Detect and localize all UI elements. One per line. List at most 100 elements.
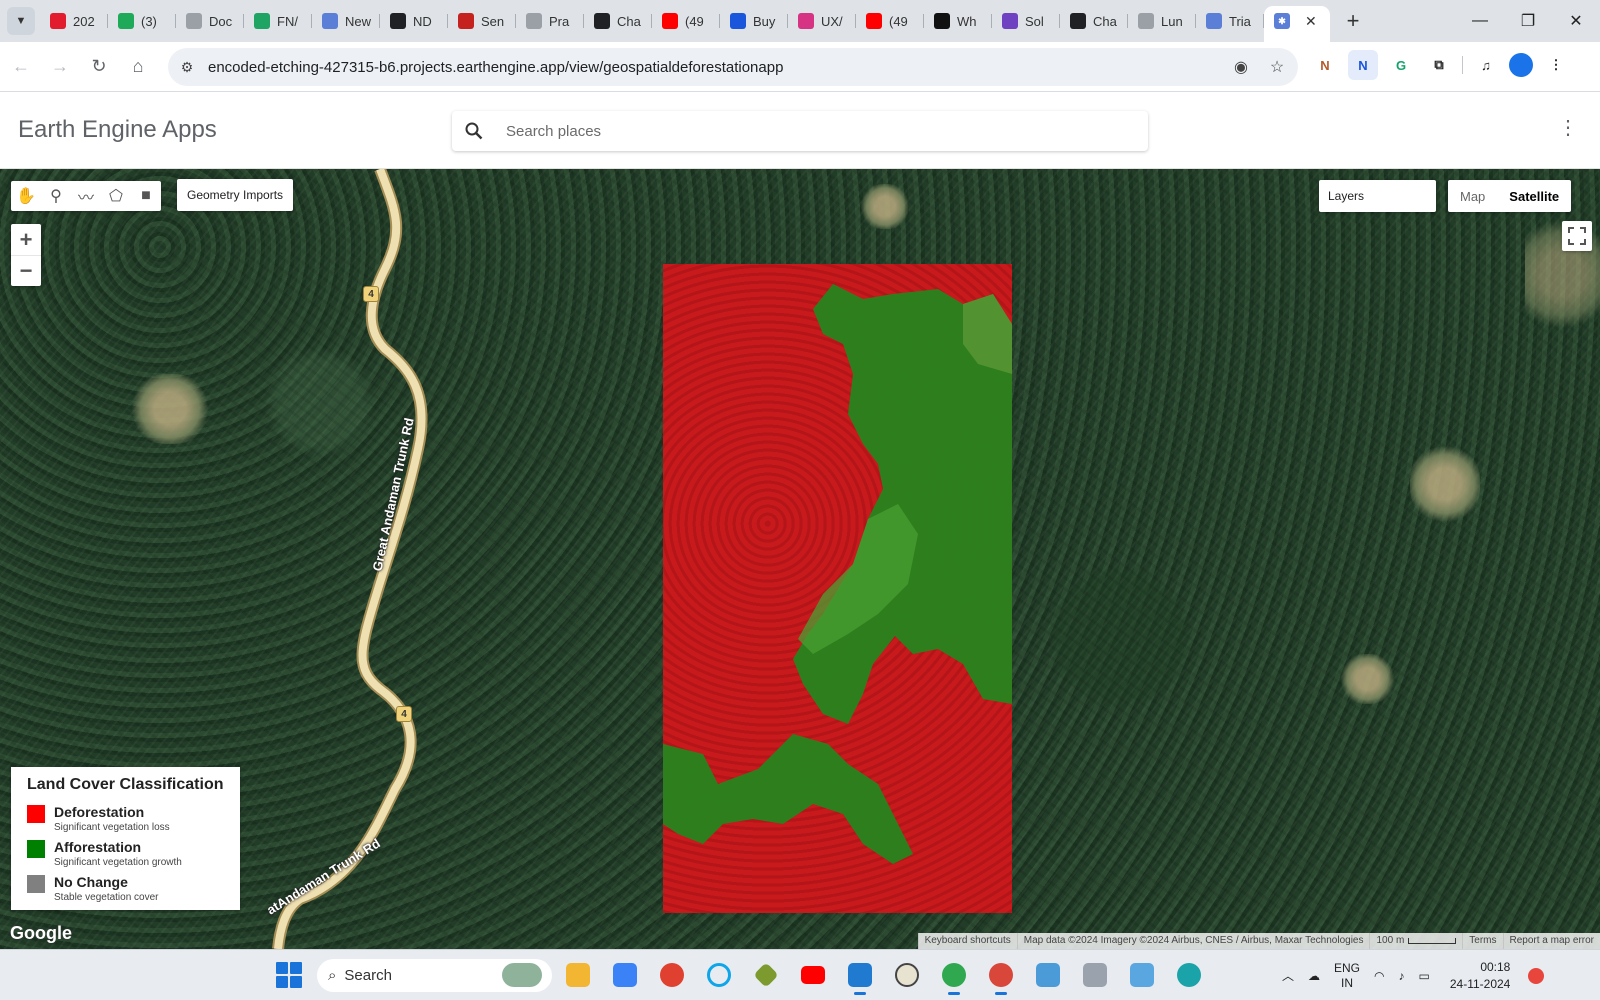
tab-title: Cha	[1093, 13, 1117, 29]
legend-item: No Change Stable vegetation cover	[27, 873, 240, 905]
legend-desc: Significant vegetation growth	[54, 857, 182, 868]
tab-title: (3)	[141, 13, 157, 29]
toolbar-divider	[1462, 56, 1463, 74]
rectangle-icon[interactable]: ■	[131, 181, 161, 211]
browser-menu-icon[interactable]: ⋮	[1541, 50, 1571, 80]
linkedin-extension-icon[interactable]: N	[1348, 50, 1378, 80]
youtube-icon[interactable]	[795, 955, 831, 995]
keyboard-shortcuts-link[interactable]: Keyboard shortcuts	[917, 933, 1017, 949]
browser-tab[interactable]: New	[312, 5, 380, 37]
image-viewer-icon[interactable]	[1124, 955, 1160, 995]
chevron-down-icon: ▼	[15, 15, 27, 27]
report-map-error-link[interactable]: Report a map error	[1502, 933, 1600, 949]
browser-tab[interactable]: ND	[380, 5, 448, 37]
language-code: ENG	[1334, 960, 1361, 975]
onedrive-icon[interactable]: ☁	[1308, 969, 1320, 983]
browser-tab[interactable]: Sol	[992, 5, 1060, 37]
layers-dropdown[interactable]: Layers	[1319, 180, 1436, 212]
grammarly-icon[interactable]: G	[1386, 50, 1416, 80]
zoom-out-button[interactable]: −	[11, 255, 41, 286]
wifi-icon[interactable]: ◠	[1374, 969, 1384, 983]
chrome-icon[interactable]	[654, 955, 690, 995]
extensions-puzzle-icon[interactable]: ⧉	[1424, 50, 1454, 80]
browser-tab[interactable]: Cha	[584, 5, 652, 37]
new-tab-button[interactable]: +	[1338, 6, 1368, 36]
app-icon[interactable]	[607, 955, 643, 995]
browser-tab[interactable]: UX/	[788, 5, 856, 37]
address-bar[interactable]: ⚙ encoded-etching-427315-b6.projects.ear…	[168, 48, 1298, 86]
close-window-icon[interactable]: ✕	[1552, 0, 1600, 42]
globe-icon	[186, 13, 202, 29]
eye-off-icon[interactable]: ◉	[1226, 52, 1256, 82]
restore-icon[interactable]: ❐	[1504, 0, 1552, 42]
road-shield: 4	[363, 286, 379, 302]
polygon-icon[interactable]: ⬠	[101, 181, 131, 211]
browser-tab[interactable]: Buy	[720, 5, 788, 37]
tab-title: Cha	[617, 13, 641, 29]
cortana-icon[interactable]	[701, 955, 737, 995]
scale-bar[interactable]: 100 m	[1369, 933, 1462, 949]
zoom-in-button[interactable]: +	[11, 224, 41, 255]
chrome-profile-icon[interactable]	[983, 955, 1019, 995]
browser-tab[interactable]: 202	[40, 5, 108, 37]
clock[interactable]: 00:18 24-11-2024	[1450, 959, 1511, 993]
browser-tab[interactable]: Sen	[448, 5, 516, 37]
marker-pin-icon[interactable]: ⚲	[41, 181, 71, 211]
browser-tab[interactable]: Pra	[516, 5, 584, 37]
tab-title: Sen	[481, 13, 505, 29]
browser-tab[interactable]: (49	[856, 5, 924, 37]
language-indicator[interactable]: ENG IN	[1334, 961, 1360, 991]
geometry-imports-button[interactable]: Geometry Imports	[177, 179, 294, 211]
browser-tab[interactable]: (49	[652, 5, 720, 37]
tab-active[interactable]: ✱ ✕	[1264, 6, 1330, 42]
map-type-map[interactable]: Map	[1448, 180, 1497, 212]
browser-tab[interactable]: FN/	[244, 5, 312, 37]
battery-icon[interactable]: ▭	[1419, 969, 1430, 983]
home-icon[interactable]: ⌂	[120, 49, 156, 85]
fullscreen-icon[interactable]	[1562, 221, 1592, 251]
tab-title: (49	[889, 13, 908, 29]
file-explorer-icon[interactable]	[560, 955, 596, 995]
map-type-satellite[interactable]: Satellite	[1497, 180, 1571, 212]
clock-icon[interactable]	[889, 955, 925, 995]
back-icon[interactable]: ←	[3, 49, 39, 85]
browser-tab[interactable]: (3)	[108, 5, 176, 37]
edge-icon[interactable]	[1171, 955, 1207, 995]
satellite-map[interactable]: 4 4 Great Andaman Trunk Rd atAndaman Tru…	[0, 169, 1600, 949]
minimize-icon[interactable]: —	[1456, 0, 1504, 42]
notepad-icon[interactable]	[1030, 955, 1066, 995]
polyline-icon[interactable]: 〰	[71, 181, 101, 211]
git-icon[interactable]	[748, 955, 784, 995]
close-tab-icon[interactable]: ✕	[1305, 13, 1317, 30]
tab-title: Pra	[549, 13, 570, 29]
forward-icon[interactable]: →	[42, 49, 78, 85]
browser-tab[interactable]: Lun	[1128, 5, 1196, 37]
search-places-input[interactable]	[506, 122, 1106, 140]
windows-start-icon[interactable]	[276, 962, 302, 988]
notification-bell-icon[interactable]	[1528, 967, 1545, 984]
media-control-icon[interactable]: ♫	[1471, 50, 1501, 80]
search-places-box[interactable]	[452, 111, 1148, 151]
time: 00:18	[1480, 959, 1511, 974]
vscode-icon[interactable]	[842, 955, 878, 995]
taskbar-search[interactable]: ⌕ Search	[317, 959, 552, 992]
browser-tab[interactable]: Cha	[1060, 5, 1128, 37]
browser-tab[interactable]: Wh	[924, 5, 992, 37]
browser-tab[interactable]: Tria	[1196, 5, 1264, 37]
site-settings-icon[interactable]: ⚙	[172, 52, 202, 82]
volume-icon[interactable]: ♪	[1399, 969, 1405, 983]
profile-avatar[interactable]	[1509, 53, 1533, 77]
terms-link[interactable]: Terms	[1462, 933, 1502, 949]
url-text[interactable]: encoded-etching-427315-b6.projects.earth…	[208, 59, 783, 76]
chevron-up-icon[interactable]: ︿	[1282, 967, 1294, 984]
chrome-icon[interactable]	[936, 955, 972, 995]
database-icon[interactable]	[1077, 955, 1113, 995]
hand-pan-icon[interactable]: ✋	[11, 181, 41, 211]
more-options-icon[interactable]: ⋮	[1558, 118, 1578, 138]
bookmark-star-icon[interactable]: ☆	[1262, 52, 1292, 82]
tab-search-button[interactable]: ▼	[7, 7, 35, 35]
notion-extension-icon[interactable]: N	[1310, 50, 1340, 80]
app-title[interactable]: Earth Engine Apps	[18, 116, 217, 144]
browser-tab[interactable]: Doc	[176, 5, 244, 37]
reload-icon[interactable]: ↻	[81, 49, 117, 85]
